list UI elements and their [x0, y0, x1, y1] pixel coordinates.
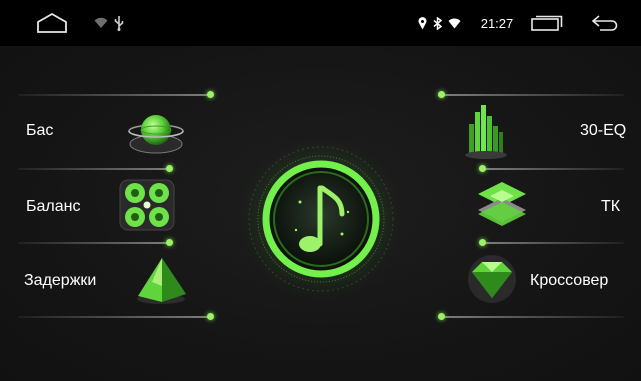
menu-item-crossover[interactable]: Кроссовер	[450, 246, 630, 312]
divider	[442, 316, 624, 318]
menu-item-label: Бас	[26, 122, 54, 139]
back-icon[interactable]	[588, 0, 624, 46]
main-panel: Бас Баланс Задержки 30-EQ ТК Кроссовер	[0, 46, 641, 381]
divider-dot	[438, 313, 445, 320]
divider	[18, 168, 170, 170]
menu-item-label: ТК	[601, 198, 621, 215]
divider	[18, 316, 211, 318]
balance-speakers-icon	[118, 178, 176, 237]
recent-apps-icon[interactable]	[529, 0, 565, 46]
divider-dot	[207, 313, 214, 320]
divider	[483, 168, 624, 170]
signal-icon	[446, 0, 462, 46]
music-center-button[interactable]	[238, 84, 404, 354]
layers-icon	[474, 180, 530, 233]
menu-item-label: Кроссовер	[530, 272, 609, 289]
menu-item-30-eq[interactable]: 30-EQ	[450, 98, 630, 164]
diamond-icon	[466, 254, 518, 309]
pyramid-icon	[135, 252, 193, 311]
bluetooth-icon	[431, 0, 443, 46]
usb-icon	[112, 0, 126, 46]
menu-item-label: Задержки	[24, 272, 97, 289]
sphere-icon	[126, 107, 186, 162]
divider-dot	[207, 91, 214, 98]
divider-dot	[166, 239, 173, 246]
location-icon	[416, 0, 428, 46]
divider-dot	[479, 239, 486, 246]
wifi-icon	[93, 0, 109, 46]
menu-item-balance[interactable]: Баланс	[18, 172, 218, 238]
clock: 21:27	[480, 15, 514, 31]
menu-item-label: 30-EQ	[580, 122, 627, 139]
menu-item-bass[interactable]: Бас	[18, 98, 218, 164]
divider	[18, 242, 170, 244]
equalizer-bars-icon	[463, 102, 509, 165]
divider	[18, 94, 211, 96]
divider	[483, 242, 624, 244]
home-icon[interactable]	[32, 0, 72, 46]
divider-dot	[479, 165, 486, 172]
menu-item-label: Баланс	[26, 198, 81, 215]
status-bar: 21:27	[0, 0, 641, 46]
divider	[442, 94, 624, 96]
menu-item-tk[interactable]: ТК	[450, 172, 630, 238]
divider-dot	[438, 91, 445, 98]
menu-item-delays[interactable]: Задержки	[18, 246, 218, 312]
divider-dot	[166, 165, 173, 172]
